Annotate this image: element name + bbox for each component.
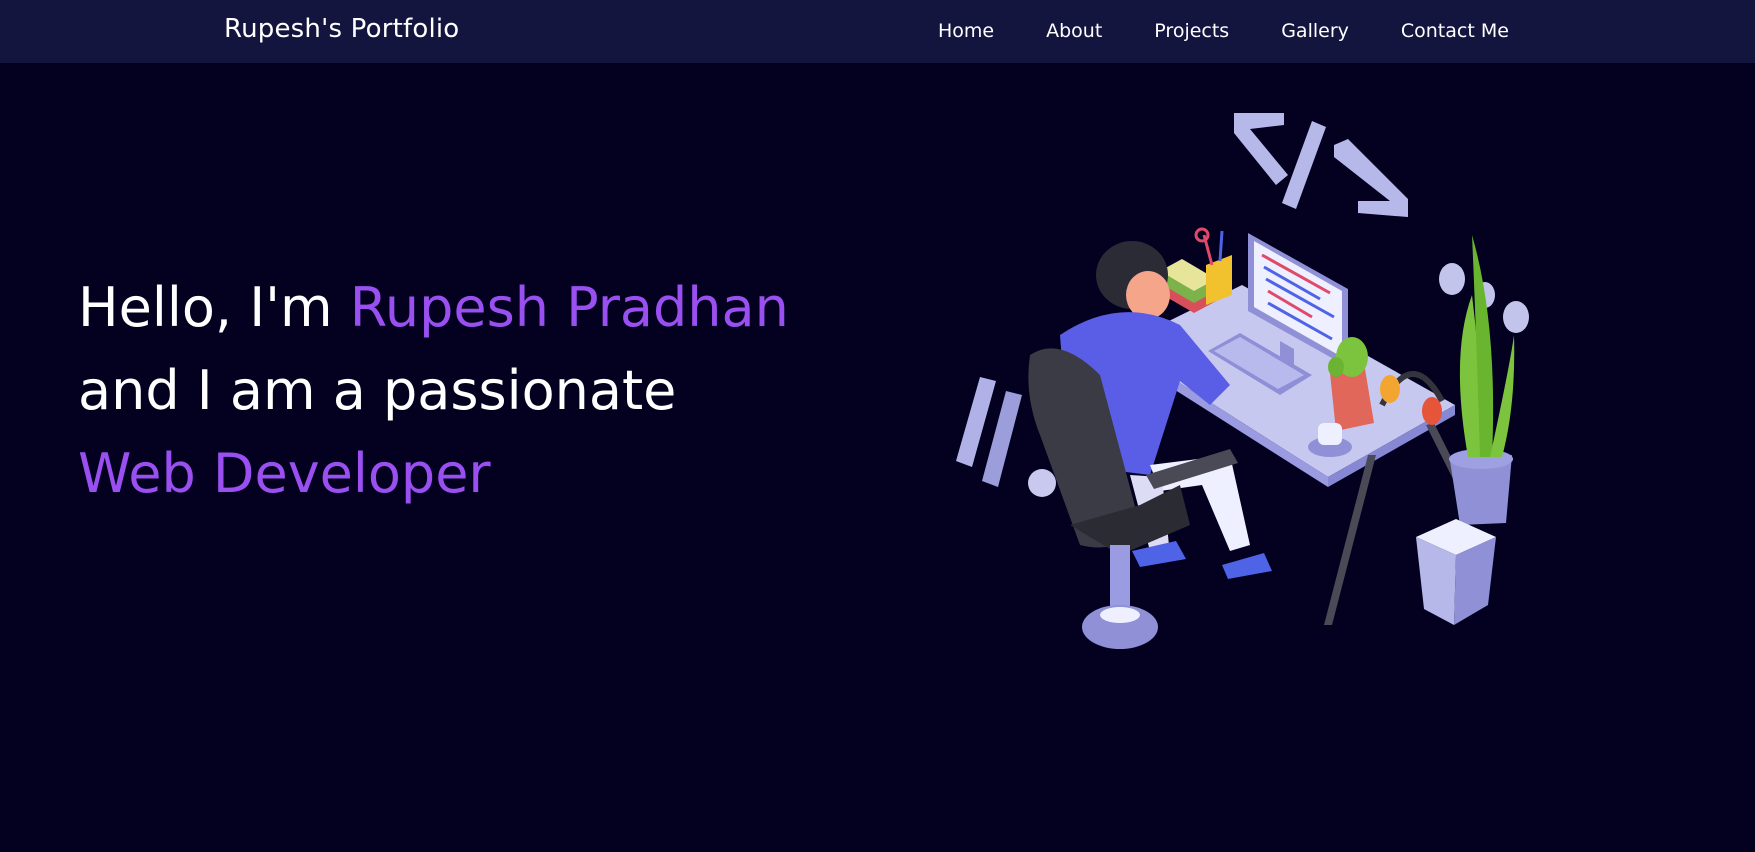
hero-line-2: and I am a passionate [78, 359, 677, 422]
hero-line-1: Hello, I'm Rupesh Pradhan [78, 266, 789, 349]
nav-link-contact-me[interactable]: Contact Me [1401, 20, 1509, 42]
nav-link-gallery[interactable]: Gallery [1281, 20, 1349, 42]
hero-name: Rupesh Pradhan [349, 276, 789, 339]
code-symbol-icon [1234, 113, 1408, 217]
hero-role: Web Developer [78, 442, 491, 505]
greeting-text: Hello, I'm [78, 276, 350, 339]
brand-logo-link[interactable]: Rupesh's Portfolio [224, 14, 459, 44]
nav-link-projects[interactable]: Projects [1154, 20, 1229, 42]
navbar: Rupesh's Portfolio Home About Projects G… [0, 0, 1755, 63]
nav-link-about[interactable]: About [1046, 20, 1102, 42]
trash-bin-icon [1416, 519, 1496, 625]
nav-links: Home About Projects Gallery Contact Me [938, 20, 1509, 42]
nav-link-home[interactable]: Home [938, 20, 994, 42]
developer-at-desk-illustration [956, 113, 1529, 649]
hero-heading: Hello, I'm Rupesh Pradhan and I am a pas… [78, 266, 789, 515]
